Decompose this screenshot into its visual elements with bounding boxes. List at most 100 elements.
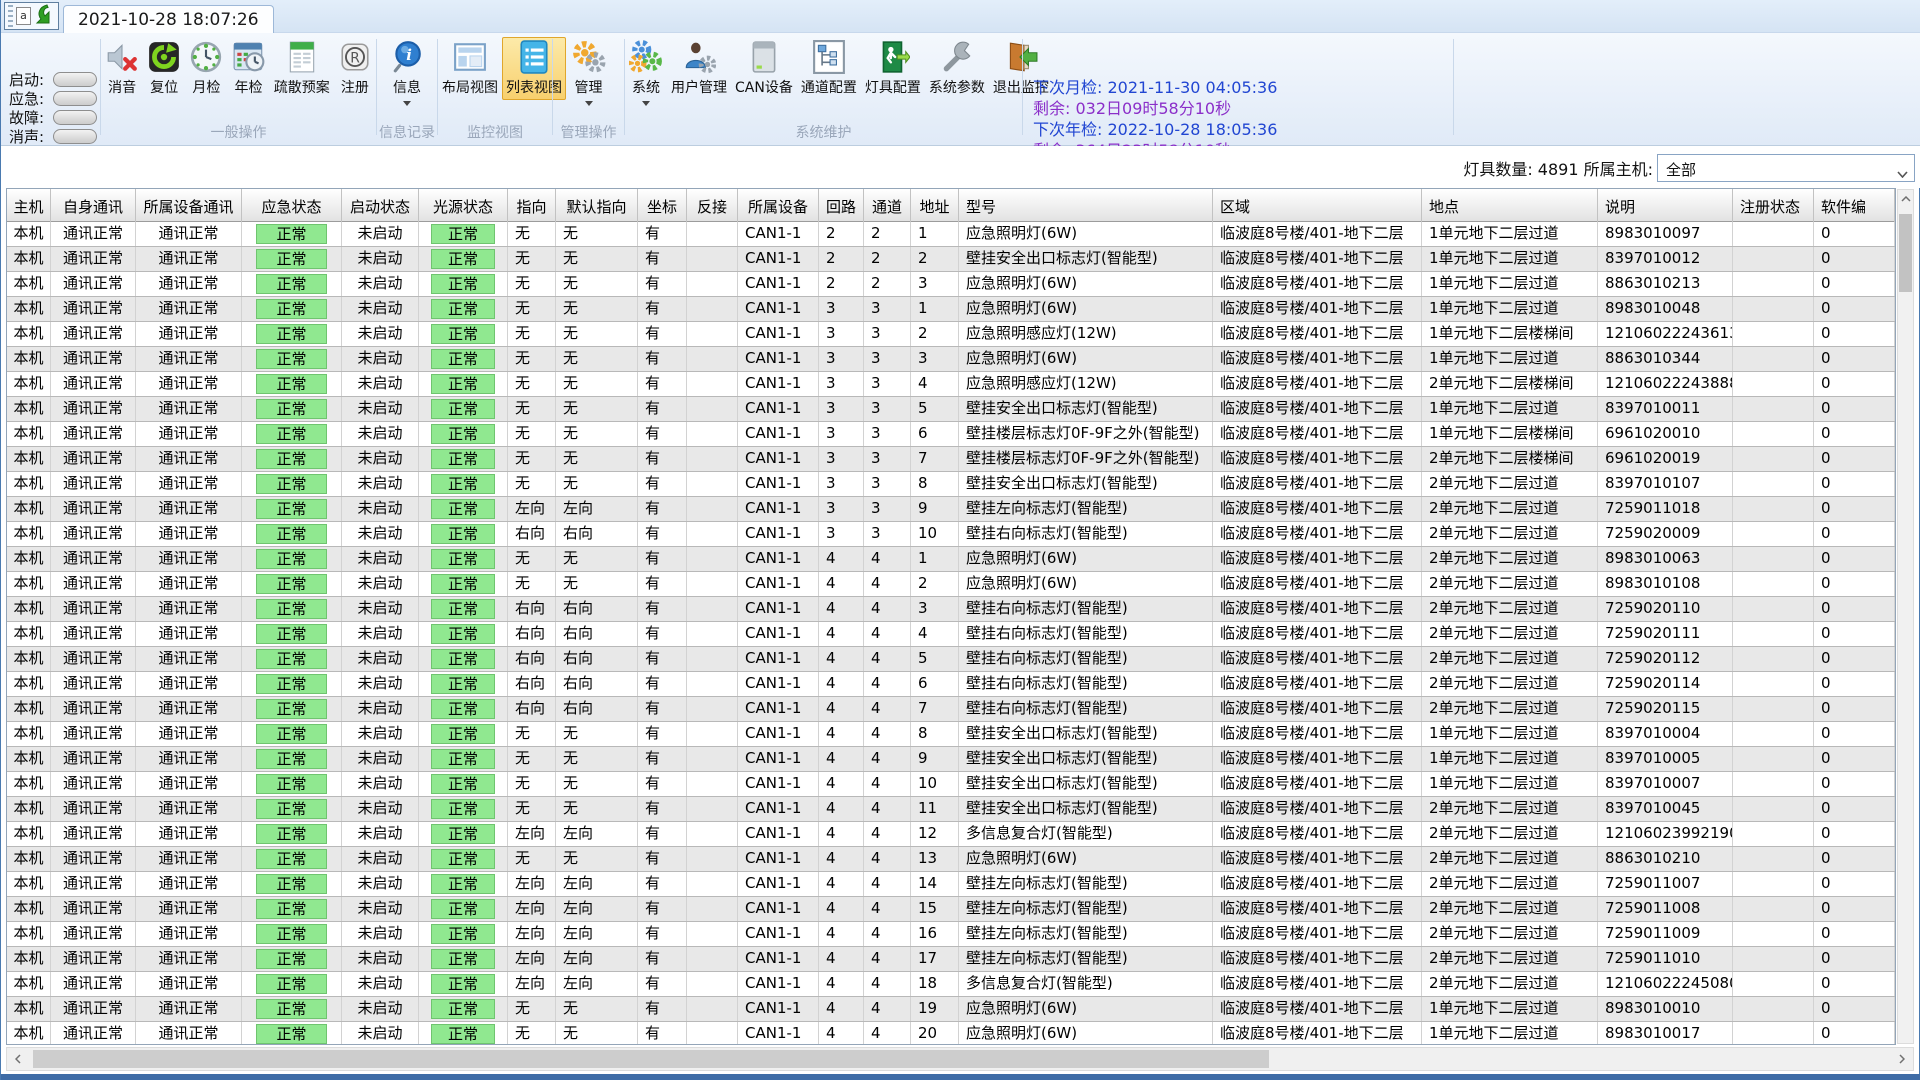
- table-cell: [1733, 297, 1814, 321]
- table-row[interactable]: 本机通讯正常通讯正常正常未启动正常右向右向有CAN1-1447壁挂右向标志灯(智…: [7, 697, 1895, 722]
- column-header[interactable]: 区域: [1213, 189, 1422, 222]
- table-row[interactable]: 本机通讯正常通讯正常正常未启动正常左向左向有CAN1-14415壁挂左向标志灯(…: [7, 897, 1895, 922]
- table-row[interactable]: 本机通讯正常通讯正常正常未启动正常左向左向有CAN1-14412多信息复合灯(智…: [7, 822, 1895, 847]
- column-header[interactable]: 应急状态: [242, 189, 342, 222]
- table-cell: 1: [911, 547, 959, 571]
- column-header[interactable]: 回路: [819, 189, 864, 222]
- table-cell: [1733, 347, 1814, 371]
- column-header[interactable]: 地址: [911, 189, 959, 222]
- table-row[interactable]: 本机通讯正常通讯正常正常未启动正常无无有CAN1-1222壁挂安全出口标志灯(智…: [7, 247, 1895, 272]
- info-button[interactable]: i 信息: [386, 37, 428, 109]
- table-row[interactable]: 本机通讯正常通讯正常正常未启动正常无无有CAN1-1337壁挂楼层标志灯0F-9…: [7, 447, 1895, 472]
- table-row[interactable]: 本机通讯正常通讯正常正常未启动正常无无有CAN1-1331应急照明灯(6W)临波…: [7, 297, 1895, 322]
- scroll-left-icon[interactable]: [7, 1048, 29, 1070]
- table-cell: 2: [819, 272, 864, 296]
- column-header[interactable]: 坐标: [638, 189, 687, 222]
- table-cell: 通讯正常: [51, 222, 136, 246]
- table-row[interactable]: 本机通讯正常通讯正常正常未启动正常无无有CAN1-14420应急照明灯(6W)临…: [7, 1022, 1895, 1045]
- column-header[interactable]: 指向: [508, 189, 556, 222]
- table-row[interactable]: 本机通讯正常通讯正常正常未启动正常无无有CAN1-1338壁挂安全出口标志灯(智…: [7, 472, 1895, 497]
- table-cell: 0: [1814, 547, 1895, 571]
- table-cell: CAN1-1: [738, 347, 819, 371]
- column-header[interactable]: 启动状态: [342, 189, 419, 222]
- table-row[interactable]: 本机通讯正常通讯正常正常未启动正常右向右向有CAN1-1445壁挂右向标志灯(智…: [7, 647, 1895, 672]
- channel-config-button[interactable]: 通道配置: [797, 37, 861, 109]
- table-row[interactable]: 本机通讯正常通讯正常正常未启动正常无无有CAN1-1333应急照明灯(6W)临波…: [7, 347, 1895, 372]
- table-row[interactable]: 本机通讯正常通讯正常正常未启动正常无无有CAN1-1336壁挂楼层标志灯0F-9…: [7, 422, 1895, 447]
- table-cell: 临波庭8号楼/401-地下二层: [1213, 872, 1422, 896]
- user-manage-button[interactable]: 用户管理: [667, 37, 731, 109]
- table-row[interactable]: 本机通讯正常通讯正常正常未启动正常左向左向有CAN1-14414壁挂左向标志灯(…: [7, 872, 1895, 897]
- table-row[interactable]: 本机通讯正常通讯正常正常未启动正常右向右向有CAN1-1444壁挂右向标志灯(智…: [7, 622, 1895, 647]
- table-row[interactable]: 本机通讯正常通讯正常正常未启动正常左向左向有CAN1-1339壁挂左向标志灯(智…: [7, 497, 1895, 522]
- evacuation-plan-icon: [285, 40, 319, 74]
- column-header[interactable]: 所属设备: [738, 189, 819, 222]
- table-row[interactable]: 本机通讯正常通讯正常正常未启动正常无无有CAN1-1223应急照明灯(6W)临波…: [7, 272, 1895, 297]
- datetime-tab[interactable]: 2021-10-28 18:07:26: [63, 5, 274, 33]
- host-select[interactable]: 全部: [1657, 154, 1915, 182]
- table-cell: 通讯正常: [136, 897, 242, 921]
- register-button[interactable]: R 注册: [334, 37, 376, 100]
- column-header[interactable]: 主机: [7, 189, 51, 222]
- table-row[interactable]: 本机通讯正常通讯正常正常未启动正常左向左向有CAN1-14416壁挂左向标志灯(…: [7, 922, 1895, 947]
- table-row[interactable]: 本机通讯正常通讯正常正常未启动正常无无有CAN1-1448壁挂安全出口标志灯(智…: [7, 722, 1895, 747]
- table-row[interactable]: 本机通讯正常通讯正常正常未启动正常无无有CAN1-14419应急照明灯(6W)临…: [7, 997, 1895, 1022]
- table-cell: 10: [911, 522, 959, 546]
- table-row[interactable]: 本机通讯正常通讯正常正常未启动正常左向左向有CAN1-14417壁挂左向标志灯(…: [7, 947, 1895, 972]
- mute-button[interactable]: 消音: [101, 37, 143, 100]
- status-badge: 正常: [256, 424, 327, 444]
- scroll-right-icon[interactable]: [1891, 1048, 1913, 1070]
- system-params-button[interactable]: 系统参数: [925, 37, 989, 109]
- horizontal-scrollbar[interactable]: [6, 1047, 1914, 1071]
- system-button[interactable]: 系统: [625, 37, 667, 109]
- table-row[interactable]: 本机通讯正常通讯正常正常未启动正常右向右向有CAN1-1443壁挂右向标志灯(智…: [7, 597, 1895, 622]
- table-cell: 未启动: [342, 522, 419, 546]
- table-cell: 无: [508, 722, 556, 746]
- column-header[interactable]: 反接: [687, 189, 738, 222]
- vertical-scrollbar[interactable]: [1897, 189, 1914, 1044]
- table-row[interactable]: 本机通讯正常通讯正常正常未启动正常无无有CAN1-1335壁挂安全出口标志灯(智…: [7, 397, 1895, 422]
- table-row[interactable]: 本机通讯正常通讯正常正常未启动正常无无有CAN1-1442应急照明灯(6W)临波…: [7, 572, 1895, 597]
- vertical-scroll-thumb[interactable]: [1899, 214, 1912, 292]
- column-header[interactable]: 自身通讯: [51, 189, 136, 222]
- table-cell: 本机: [7, 672, 51, 696]
- table-row[interactable]: 本机通讯正常通讯正常正常未启动正常右向右向有CAN1-13310壁挂右向标志灯(…: [7, 522, 1895, 547]
- yearly-check-button[interactable]: 年检: [228, 37, 270, 100]
- scroll-up-icon[interactable]: [1898, 190, 1913, 208]
- light-config-button[interactable]: 灯具配置: [861, 37, 925, 109]
- manage-button[interactable]: 管理: [568, 37, 610, 109]
- column-header[interactable]: 所属设备通讯: [136, 189, 242, 222]
- table-row[interactable]: 本机通讯正常通讯正常正常未启动正常无无有CAN1-14411壁挂安全出口标志灯(…: [7, 797, 1895, 822]
- table-row[interactable]: 本机通讯正常通讯正常正常未启动正常左向左向有CAN1-14418多信息复合灯(智…: [7, 972, 1895, 997]
- table-row[interactable]: 本机通讯正常通讯正常正常未启动正常右向右向有CAN1-1446壁挂右向标志灯(智…: [7, 672, 1895, 697]
- table-cell: 8: [911, 472, 959, 496]
- horizontal-scroll-thumb[interactable]: [33, 1050, 1269, 1068]
- column-header[interactable]: 默认指向: [556, 189, 638, 222]
- table-cell: 通讯正常: [51, 947, 136, 971]
- column-header[interactable]: 软件编: [1814, 189, 1895, 222]
- table-row[interactable]: 本机通讯正常通讯正常正常未启动正常无无有CAN1-1221应急照明灯(6W)临波…: [7, 222, 1895, 247]
- column-header[interactable]: 说明: [1598, 189, 1733, 222]
- reset-button[interactable]: 复位: [143, 37, 185, 100]
- table-row[interactable]: 本机通讯正常通讯正常正常未启动正常无无有CAN1-14410壁挂安全出口标志灯(…: [7, 772, 1895, 797]
- table-row[interactable]: 本机通讯正常通讯正常正常未启动正常无无有CAN1-1332应急照明感应灯(12W…: [7, 322, 1895, 347]
- table-row[interactable]: 本机通讯正常通讯正常正常未启动正常无无有CAN1-1334应急照明感应灯(12W…: [7, 372, 1895, 397]
- table-row[interactable]: 本机通讯正常通讯正常正常未启动正常无无有CAN1-1449壁挂安全出口标志灯(智…: [7, 747, 1895, 772]
- table-cell: 有: [638, 797, 687, 821]
- table-row[interactable]: 本机通讯正常通讯正常正常未启动正常无无有CAN1-1441应急照明灯(6W)临波…: [7, 547, 1895, 572]
- column-header[interactable]: 注册状态: [1733, 189, 1814, 222]
- table-cell: CAN1-1: [738, 622, 819, 646]
- form-icon[interactable]: a: [16, 7, 31, 25]
- column-header[interactable]: 型号: [959, 189, 1213, 222]
- column-header[interactable]: 光源状态: [419, 189, 508, 222]
- column-header[interactable]: 通道: [864, 189, 911, 222]
- monthly-check-button[interactable]: 月检: [185, 37, 227, 100]
- table-cell: [687, 522, 738, 546]
- green-arrow-icon[interactable]: [34, 3, 54, 29]
- evacuation-plan-button[interactable]: 疏散预案: [270, 37, 334, 100]
- can-device-button[interactable]: CAN设备: [731, 37, 797, 109]
- layout-view-button[interactable]: 布局视图: [438, 37, 502, 100]
- table-cell: 右向: [556, 522, 638, 546]
- table-row[interactable]: 本机通讯正常通讯正常正常未启动正常无无有CAN1-14413应急照明灯(6W)临…: [7, 847, 1895, 872]
- column-header[interactable]: 地点: [1422, 189, 1598, 222]
